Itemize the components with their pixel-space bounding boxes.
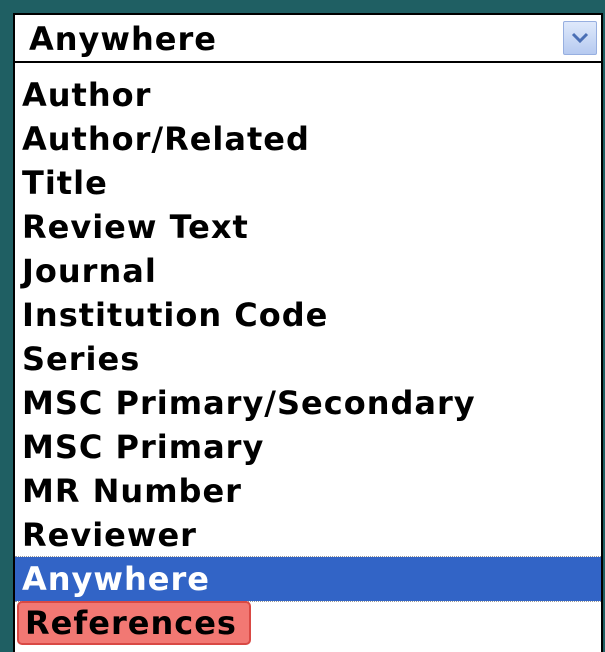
screen: Anywhere Author Author/Related Title Rev… — [0, 0, 605, 652]
option-author[interactable]: Author — [15, 73, 601, 117]
option-references-label: References — [17, 601, 251, 645]
option-references[interactable]: References — [15, 601, 601, 645]
dropdown-list: Author Author/Related Title Review Text … — [13, 63, 603, 652]
option-mr-number[interactable]: MR Number — [15, 469, 601, 513]
option-title[interactable]: Title — [15, 161, 601, 205]
option-review-text[interactable]: Review Text — [15, 205, 601, 249]
chevron-down-icon[interactable] — [563, 21, 597, 55]
search-field-select[interactable]: Anywhere — [13, 13, 603, 63]
select-current-value: Anywhere — [29, 20, 217, 58]
option-msc-primary-secondary[interactable]: MSC Primary/Secondary — [15, 381, 601, 425]
option-author-related[interactable]: Author/Related — [15, 117, 601, 161]
option-series[interactable]: Series — [15, 337, 601, 381]
option-institution-code[interactable]: Institution Code — [15, 293, 601, 337]
option-reviewer[interactable]: Reviewer — [15, 513, 601, 557]
option-anywhere-selected[interactable]: Anywhere — [15, 557, 601, 601]
option-msc-primary[interactable]: MSC Primary — [15, 425, 601, 469]
option-journal[interactable]: Journal — [15, 249, 601, 293]
